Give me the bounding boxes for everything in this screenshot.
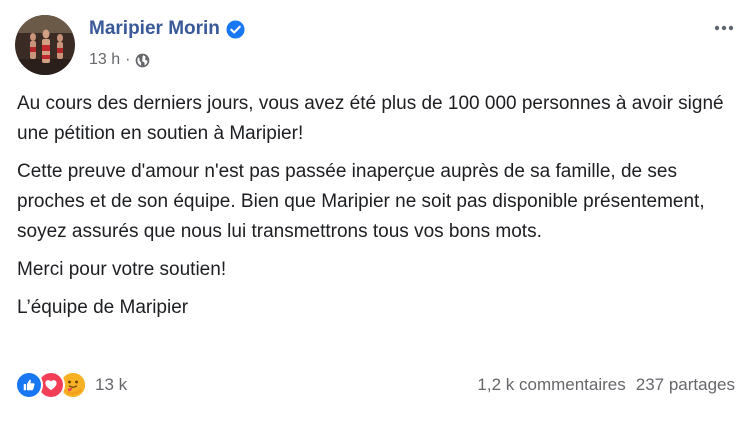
post-body: Au cours des derniers jours, vous avez é… <box>17 89 742 331</box>
more-options-button[interactable] <box>710 14 738 42</box>
author-name-link[interactable]: Maripier Morin <box>89 18 245 40</box>
meta-separator: · <box>125 51 131 68</box>
like-icon <box>15 371 43 399</box>
comments-count-link[interactable]: 1,2 k commentaires <box>477 375 625 395</box>
engagement-stats: 1,2 k commentaires 237 partages <box>477 375 735 395</box>
post-paragraph: Merci pour votre soutien! <box>17 259 227 280</box>
globe-icon[interactable] <box>135 53 150 68</box>
author-name[interactable]: Maripier Morin <box>89 18 220 40</box>
facebook-post: Maripier Morin 13 h · Au cours des derni… <box>0 0 752 424</box>
post-paragraph: Cette preuve d'amour n'est pas passée in… <box>17 161 705 242</box>
post-timestamp[interactable]: 13 h <box>89 51 120 69</box>
avatar[interactable] <box>15 15 75 75</box>
post-meta: 13 h · <box>89 51 150 69</box>
post-stats-bar: 13 k 1,2 k commentaires 237 partages <box>15 371 735 399</box>
reaction-count[interactable]: 13 k <box>95 375 127 395</box>
post-paragraph: Au cours des derniers jours, vous avez é… <box>17 93 724 144</box>
shares-count-link[interactable]: 237 partages <box>636 375 735 395</box>
more-options-icon <box>714 25 734 31</box>
reactions-summary[interactable]: 13 k <box>15 371 127 399</box>
post-paragraph: L’équipe de Maripier <box>17 297 189 318</box>
verified-badge-icon <box>226 19 245 39</box>
